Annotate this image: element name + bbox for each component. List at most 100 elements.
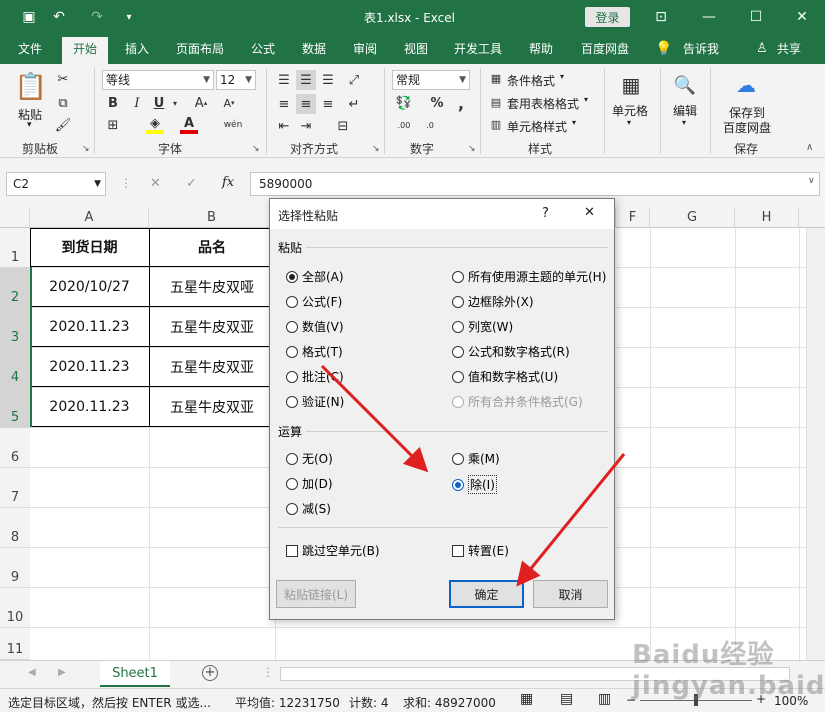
page-layout-view-icon[interactable]: ▤ (560, 691, 573, 707)
comma-style-icon[interactable]: , (452, 94, 470, 113)
radio-paste-comments[interactable]: 批注(C) (286, 368, 344, 385)
column-header-a[interactable]: A (30, 208, 149, 228)
row-header-10[interactable]: 10 (0, 588, 30, 628)
row-header-3[interactable]: 3 (0, 308, 30, 348)
redo-icon[interactable]: ↷ (88, 8, 106, 26)
baidu-netdisk-label[interactable]: 百度网盘 (723, 119, 771, 136)
tab-view[interactable]: 视图 (395, 34, 437, 64)
add-sheet-icon[interactable]: + (202, 665, 218, 681)
paste-dropdown-icon[interactable]: ▾ (27, 120, 32, 130)
skip-blanks-checkbox[interactable]: 跳过空单元(B) (286, 542, 380, 559)
radio-op-subtract[interactable]: 减(S) (286, 500, 331, 517)
maximize-icon[interactable]: ☐ (747, 8, 765, 26)
formula-input[interactable]: 5890000 (250, 172, 820, 196)
dialog-launcher-icon[interactable]: ↘ (82, 144, 90, 154)
select-all[interactable] (0, 208, 30, 228)
row-header-4[interactable]: 4 (0, 348, 30, 388)
row-header-6[interactable]: 6 (0, 428, 30, 468)
radio-paste-formulas-numbers[interactable]: 公式和数字格式(R) (452, 343, 570, 360)
ok-button[interactable]: 确定 (449, 580, 524, 608)
row-header-7[interactable]: 7 (0, 468, 30, 508)
font-size-select[interactable]: 12 ▼ (216, 70, 256, 90)
cell-style-button[interactable]: 单元格样式 (507, 118, 567, 135)
row-header-2[interactable]: 2 (0, 268, 30, 308)
tab-file[interactable]: 文件 (8, 34, 52, 64)
radio-button[interactable] (286, 370, 298, 383)
radio-paste-formats[interactable]: 格式(T) (286, 343, 343, 360)
border-icon[interactable]: ⊞ (104, 116, 122, 134)
cut-icon[interactable]: ✂ (54, 70, 72, 88)
table-cell[interactable]: 五星牛皮双亚 (149, 387, 275, 427)
increase-font-icon[interactable]: A ▴ (192, 94, 210, 112)
baidu-cloud-icon[interactable]: ☁ (732, 72, 760, 98)
row-header-8[interactable]: 8 (0, 508, 30, 548)
paste-icon[interactable]: 📋 (14, 70, 48, 104)
column-header-b[interactable]: B (149, 208, 275, 228)
save-icon[interactable]: ▣ (20, 8, 38, 26)
table-cell[interactable]: 五星牛皮双亚 (149, 307, 275, 347)
increase-decimal-icon[interactable]: .00 (394, 116, 414, 134)
page-break-view-icon[interactable]: ▥ (598, 691, 611, 707)
table-format-icon[interactable]: ▤ (488, 94, 504, 110)
customize-qat-icon[interactable]: ▾ (120, 8, 138, 26)
radio-button[interactable] (286, 320, 298, 333)
radio-button[interactable] (286, 270, 298, 283)
share-button[interactable]: 共享 (772, 34, 806, 64)
cell-style-icon[interactable]: ▥ (488, 116, 504, 132)
dialog-launcher-icon[interactable]: ↘ (468, 144, 476, 154)
radio-button[interactable] (286, 477, 298, 490)
row-header-1[interactable]: 1 (0, 228, 30, 268)
column-header-f[interactable]: F (615, 208, 650, 228)
radio-button[interactable] (452, 320, 464, 333)
tab-page-layout[interactable]: 页面布局 (168, 34, 232, 64)
radio-button[interactable] (452, 452, 464, 465)
tab-data[interactable]: 数据 (293, 34, 335, 64)
radio-op-none[interactable]: 无(O) (286, 450, 333, 467)
decrease-font-icon[interactable]: A ▾ (220, 94, 238, 112)
align-middle-icon[interactable]: ☰ (296, 70, 316, 90)
tab-help[interactable]: 帮助 (520, 34, 562, 64)
name-box[interactable]: C2 ▼ (6, 172, 106, 196)
align-right-icon[interactable]: ≡ (318, 94, 338, 114)
paste-link-button[interactable]: 粘贴链接(L) (276, 580, 356, 608)
row-header-5[interactable]: 5 (0, 388, 30, 428)
column-header-g[interactable]: G (650, 208, 735, 228)
radio-button[interactable] (286, 452, 298, 465)
align-center-icon[interactable]: ≡ (296, 94, 316, 114)
radio-op-multiply[interactable]: 乘(M) (452, 450, 500, 467)
radio-op-divide[interactable]: 除(I) (452, 475, 497, 494)
align-bottom-icon[interactable]: ☰ (318, 70, 338, 90)
phonetic-icon[interactable]: wén (222, 116, 244, 134)
decrease-indent-icon[interactable]: ⇤ (274, 116, 294, 136)
tab-baidu-netdisk[interactable]: 百度网盘 (572, 34, 638, 64)
search-icon[interactable]: 🔍 (672, 72, 698, 98)
increase-indent-icon[interactable]: ⇥ (296, 116, 316, 136)
bold-icon[interactable]: B (104, 94, 122, 112)
radio-op-add[interactable]: 加(D) (286, 475, 333, 492)
close-icon[interactable]: ✕ (793, 8, 811, 26)
radio-button[interactable] (452, 478, 464, 491)
chevron-down-icon[interactable]: ▾ (170, 94, 180, 112)
undo-icon[interactable]: ↶ (50, 8, 68, 26)
radio-paste-source-theme[interactable]: 所有使用源主题的单元(H) (452, 268, 606, 285)
italic-icon[interactable]: I (128, 94, 146, 112)
radio-paste-no-borders[interactable]: 边框除外(X) (452, 293, 534, 310)
table-cell[interactable]: 2020/10/27 (30, 267, 149, 307)
tab-formulas[interactable]: 公式 (242, 34, 284, 64)
table-cell[interactable]: 2020.11.23 (30, 387, 149, 427)
table-cell[interactable]: 五星牛皮双哑 (149, 267, 275, 307)
format-painter-icon[interactable]: 🖌 (54, 116, 72, 134)
table-header-cell[interactable]: 品名 (149, 228, 275, 266)
wrap-text-icon[interactable]: ↵ (344, 94, 364, 114)
edit-button[interactable]: 编辑 (673, 102, 697, 119)
radio-button[interactable] (286, 295, 298, 308)
row-header-11[interactable]: 11 (0, 628, 30, 660)
align-top-icon[interactable]: ☰ (274, 70, 294, 90)
scroll-left-icon[interactable]: ◀ (28, 667, 36, 678)
table-format-button[interactable]: 套用表格格式 (507, 95, 579, 112)
decrease-decimal-icon[interactable]: .0 (420, 116, 440, 134)
collapse-ribbon-icon[interactable]: ∧ (806, 142, 813, 153)
table-cell[interactable]: 2020.11.23 (30, 307, 149, 347)
login-button[interactable]: 登录 (585, 7, 630, 27)
font-color-icon[interactable]: A (180, 116, 198, 134)
